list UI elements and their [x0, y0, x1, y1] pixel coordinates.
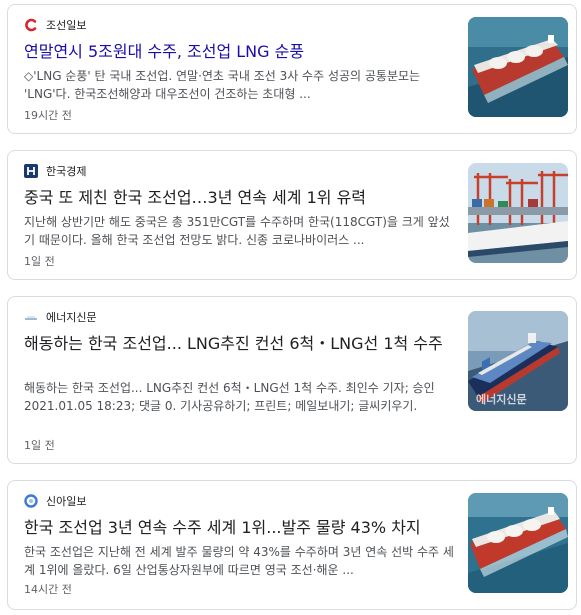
- lng-carrier-image[interactable]: [468, 17, 568, 117]
- source[interactable]: 조선일보: [24, 17, 86, 33]
- article-title[interactable]: 연말연시 5조원대 수주, 조선업 LNG 순풍: [24, 41, 454, 63]
- source[interactable]: 에너지신문: [24, 309, 97, 325]
- energy-news-logo-icon: [24, 310, 38, 324]
- article-snippet: ◇'LNG 순풍' 탄 국내 조선업. 연말·연초 국내 조선 3사 수주 성공…: [24, 69, 421, 101]
- shinailbo-logo-icon: [24, 494, 38, 508]
- port-cranes-image[interactable]: [468, 163, 568, 263]
- article-snippet: 해동하는 한국 조선업... LNG추진 컨선 6척・LNG선 1척 수주. 최…: [24, 381, 435, 413]
- article-time: 1일 전: [24, 439, 55, 452]
- source[interactable]: 신아일보: [24, 493, 86, 509]
- source[interactable]: 한국경제: [24, 163, 86, 179]
- news-card[interactable]: 조선일보 연말연시 5조원대 수주, 조선업 LNG 순풍 ◇'LNG 순풍' …: [7, 4, 577, 134]
- news-card[interactable]: 신아일보 한국 조선업 3년 연속 수주 세계 1위...발주 물량 43% 차…: [7, 480, 577, 610]
- article-title[interactable]: 해동하는 한국 조선업... LNG추진 컨선 6척・LNG선 1척 수주: [24, 333, 454, 355]
- container-ship-image[interactable]: 에너지신문: [468, 311, 568, 411]
- article-snippet: 한국 조선업은 지난해 전 세계 발주 물량의 약 43%를 수주하며 3년 연…: [24, 545, 454, 577]
- news-card[interactable]: 한국경제 중국 또 제친 한국 조선업…3년 연속 세계 1위 유력 지난해 상…: [7, 150, 577, 280]
- article-time: 19시간 전: [24, 109, 72, 122]
- source-name: 조선일보: [46, 19, 87, 32]
- lng-carrier-image-2[interactable]: [468, 493, 568, 593]
- article-title[interactable]: 한국 조선업 3년 연속 수주 세계 1위...발주 물량 43% 차지: [24, 517, 454, 539]
- source-name: 신아일보: [46, 495, 87, 508]
- image-watermark: 에너지신문: [476, 393, 527, 406]
- source-name: 한국경제: [46, 165, 87, 178]
- chosun-logo-icon: [24, 18, 38, 32]
- news-card[interactable]: 에너지신문 해동하는 한국 조선업... LNG추진 컨선 6척・LNG선 1척…: [7, 296, 577, 464]
- source-name: 에너지신문: [46, 311, 97, 324]
- article-time: 1일 전: [24, 255, 55, 268]
- article-snippet: 지난해 상반기만 해도 중국은 총 351만CGT를 수주하며 한국(118CG…: [24, 215, 450, 247]
- hankyung-logo-icon: [24, 164, 38, 178]
- article-title[interactable]: 중국 또 제친 한국 조선업…3년 연속 세계 1위 유력: [24, 187, 454, 209]
- article-time: 14시간 전: [24, 583, 72, 596]
